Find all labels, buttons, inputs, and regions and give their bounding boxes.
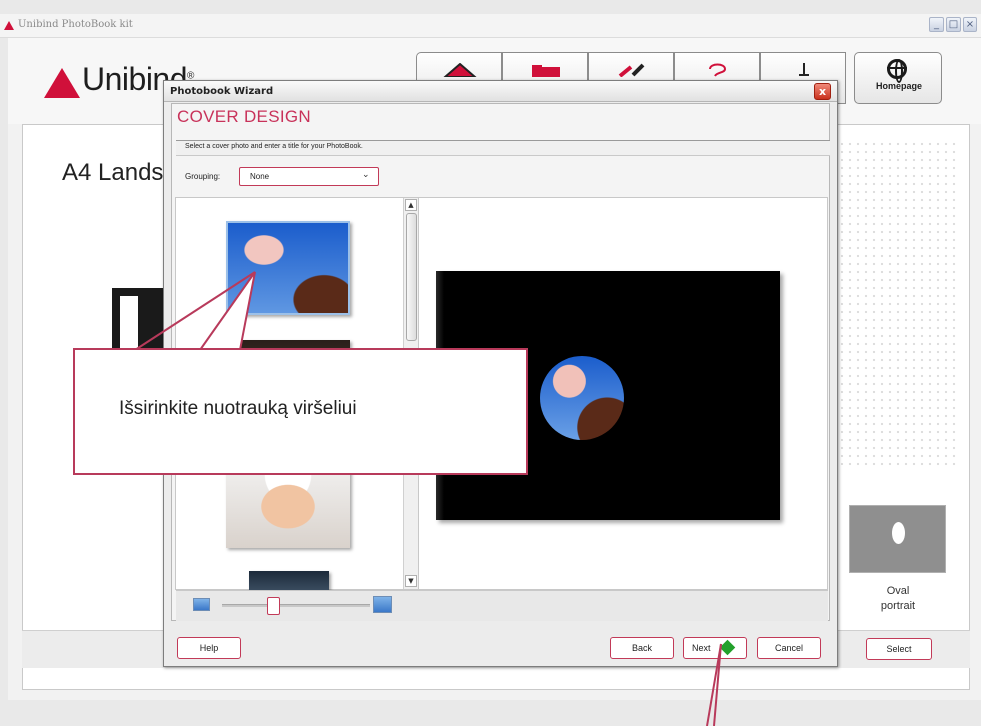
help-icon bbox=[709, 63, 727, 77]
oval-portrait-template[interactable] bbox=[849, 505, 946, 573]
globe-icon bbox=[887, 59, 907, 83]
zoom-out-icon[interactable] bbox=[193, 598, 210, 611]
homepage-label: Homepage bbox=[875, 81, 922, 91]
thumbnail-photo-4[interactable] bbox=[249, 571, 329, 590]
grouping-value: None bbox=[250, 172, 270, 181]
tools-icon bbox=[618, 63, 645, 77]
dialog-title: Photobook Wizard bbox=[170, 86, 274, 97]
cover-oval-photo bbox=[540, 356, 624, 440]
minimize-button[interactable]: _ bbox=[929, 17, 944, 32]
cancel-button[interactable]: Cancel bbox=[757, 637, 821, 659]
close-window-button[interactable]: × bbox=[963, 17, 977, 32]
app-logo-icon bbox=[4, 21, 14, 30]
download-icon bbox=[799, 63, 809, 76]
zoom-slider-track[interactable] bbox=[222, 604, 370, 607]
window-title: Unibind PhotoBook kit bbox=[18, 19, 133, 30]
unibind-logo-icon bbox=[44, 68, 80, 98]
oval-portrait-label: Oval portrait bbox=[880, 585, 916, 612]
dialog-close-button[interactable]: x bbox=[814, 83, 831, 100]
folder-icon bbox=[532, 65, 560, 77]
select-button[interactable]: Select bbox=[866, 638, 932, 660]
help-button[interactable]: Help bbox=[177, 637, 241, 659]
next-button[interactable]: Next bbox=[683, 637, 747, 659]
home-icon bbox=[443, 63, 477, 77]
callout-text: Išsirinkite nuotrauką viršeliui bbox=[119, 398, 357, 419]
back-button[interactable]: Back bbox=[610, 637, 674, 659]
template-grid bbox=[838, 140, 956, 470]
scroll-down-icon[interactable]: ▼ bbox=[405, 575, 417, 587]
cover-design-heading: COVER DESIGN bbox=[177, 107, 311, 126]
zoom-in-icon[interactable] bbox=[373, 596, 392, 613]
grouping-label: Grouping: bbox=[185, 172, 221, 181]
chevron-down-icon: ⌄ bbox=[362, 170, 370, 180]
maximize-button[interactable]: □ bbox=[946, 17, 961, 32]
scroll-up-icon[interactable]: ▲ bbox=[405, 199, 417, 211]
thumbnail-photo-1[interactable] bbox=[226, 221, 350, 315]
window-titlebar: Unibind PhotoBook kit bbox=[0, 14, 981, 38]
scrollbar-thumb[interactable] bbox=[406, 213, 417, 341]
zoom-slider-handle[interactable] bbox=[267, 597, 281, 615]
instruction-text: Select a cover photo and enter a title f… bbox=[185, 143, 363, 150]
